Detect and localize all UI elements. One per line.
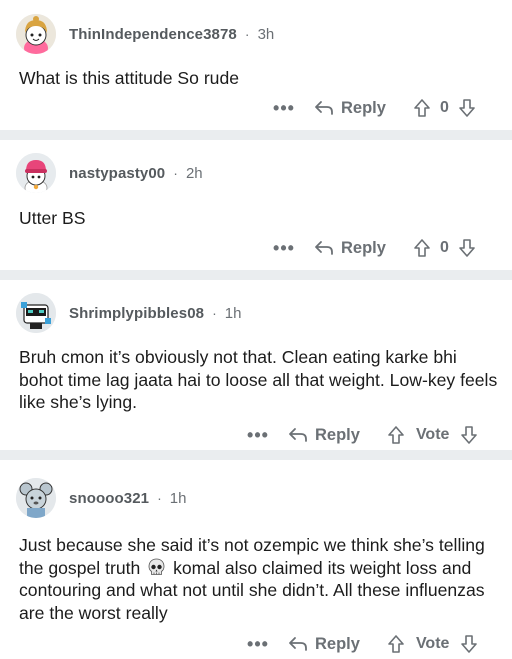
comment-actions: ••• Reply Vote: [246, 422, 478, 448]
author-name[interactable]: nastypasty00: [69, 165, 165, 182]
comment-header: nastypasty00 · 2h: [16, 153, 203, 193]
meta-separator: ·: [173, 165, 178, 181]
vote-controls: Vote: [388, 635, 478, 653]
reply-button[interactable]: Reply: [288, 426, 360, 445]
reply-icon: [315, 101, 333, 115]
comment-divider: [0, 130, 512, 140]
timestamp: 1h: [169, 489, 187, 507]
author-name[interactable]: Shrimplypibbles08: [69, 305, 204, 322]
timestamp: 2h: [185, 164, 203, 182]
comment-4: snoooo321 · 1h Just because she said it’…: [0, 460, 512, 659]
comment-actions: ••• Reply 0: [272, 235, 475, 261]
author-name[interactable]: ThinIndependence3878: [69, 26, 237, 43]
avatar[interactable]: [16, 478, 56, 518]
downvote-icon[interactable]: [461, 426, 478, 444]
skull-emoji-icon: [147, 558, 166, 577]
comment-body: What is this attitude So rude: [19, 68, 240, 88]
reply-icon: [289, 428, 307, 442]
reply-icon: [315, 241, 333, 255]
reply-label: Reply: [341, 98, 386, 117]
comment-2: nastypasty00 · 2h Utter BS ••• Reply 0: [0, 140, 512, 270]
comment-body: Bruh cmon it’s obviously not that. Clean…: [19, 347, 498, 412]
timestamp: 3h: [257, 25, 275, 43]
upvote-icon[interactable]: [388, 635, 404, 653]
comment-3: Shrimplypibbles08 · 1h Bruh cmon it’s ob…: [0, 280, 512, 450]
comment-1: ThinIndependence3878 · 3h What is this a…: [0, 0, 512, 130]
vote-label: Vote: [415, 635, 450, 652]
vote-count: 0: [439, 99, 449, 116]
comment-divider: [0, 270, 512, 280]
downvote-icon[interactable]: [461, 635, 478, 653]
reply-label: Reply: [315, 634, 360, 653]
reply-button[interactable]: Reply: [314, 99, 386, 118]
vote-count: 0: [439, 239, 449, 256]
comment-actions: ••• Reply Vote: [246, 631, 478, 657]
comment-body: Just because she said it’s not ozempic w…: [19, 534, 499, 624]
meta-separator: ·: [212, 305, 217, 321]
more-options-button[interactable]: •••: [246, 634, 270, 655]
avatar[interactable]: [16, 14, 56, 54]
comment-header: Shrimplypibbles08 · 1h: [16, 293, 241, 333]
more-options-button[interactable]: •••: [272, 238, 296, 259]
comment-header: snoooo321 · 1h: [16, 478, 186, 518]
reply-label: Reply: [315, 425, 360, 444]
more-options-button[interactable]: •••: [272, 98, 296, 119]
reply-icon: [289, 637, 307, 651]
comment-actions: ••• Reply 0: [272, 95, 475, 121]
comment-body: Utter BS: [19, 208, 86, 228]
downvote-icon[interactable]: [459, 99, 475, 117]
avatar[interactable]: [16, 293, 56, 333]
meta-separator: ·: [244, 26, 250, 42]
comment-divider: [0, 450, 512, 460]
upvote-icon[interactable]: [414, 239, 430, 257]
comment-header: ThinIndependence3878 · 3h: [16, 14, 274, 54]
vote-controls: 0: [414, 239, 475, 257]
downvote-icon[interactable]: [459, 239, 475, 257]
reply-label: Reply: [341, 238, 386, 257]
avatar[interactable]: [16, 153, 56, 193]
meta-separator: ·: [157, 490, 162, 506]
upvote-icon[interactable]: [414, 99, 430, 117]
more-options-button[interactable]: •••: [246, 425, 270, 446]
vote-controls: Vote: [388, 426, 478, 444]
vote-label: Vote: [415, 426, 450, 443]
upvote-icon[interactable]: [388, 426, 404, 444]
vote-controls: 0: [414, 99, 475, 117]
reply-button[interactable]: Reply: [314, 239, 386, 258]
author-name[interactable]: snoooo321: [69, 490, 149, 507]
reply-button[interactable]: Reply: [288, 635, 360, 654]
timestamp: 1h: [224, 304, 242, 322]
